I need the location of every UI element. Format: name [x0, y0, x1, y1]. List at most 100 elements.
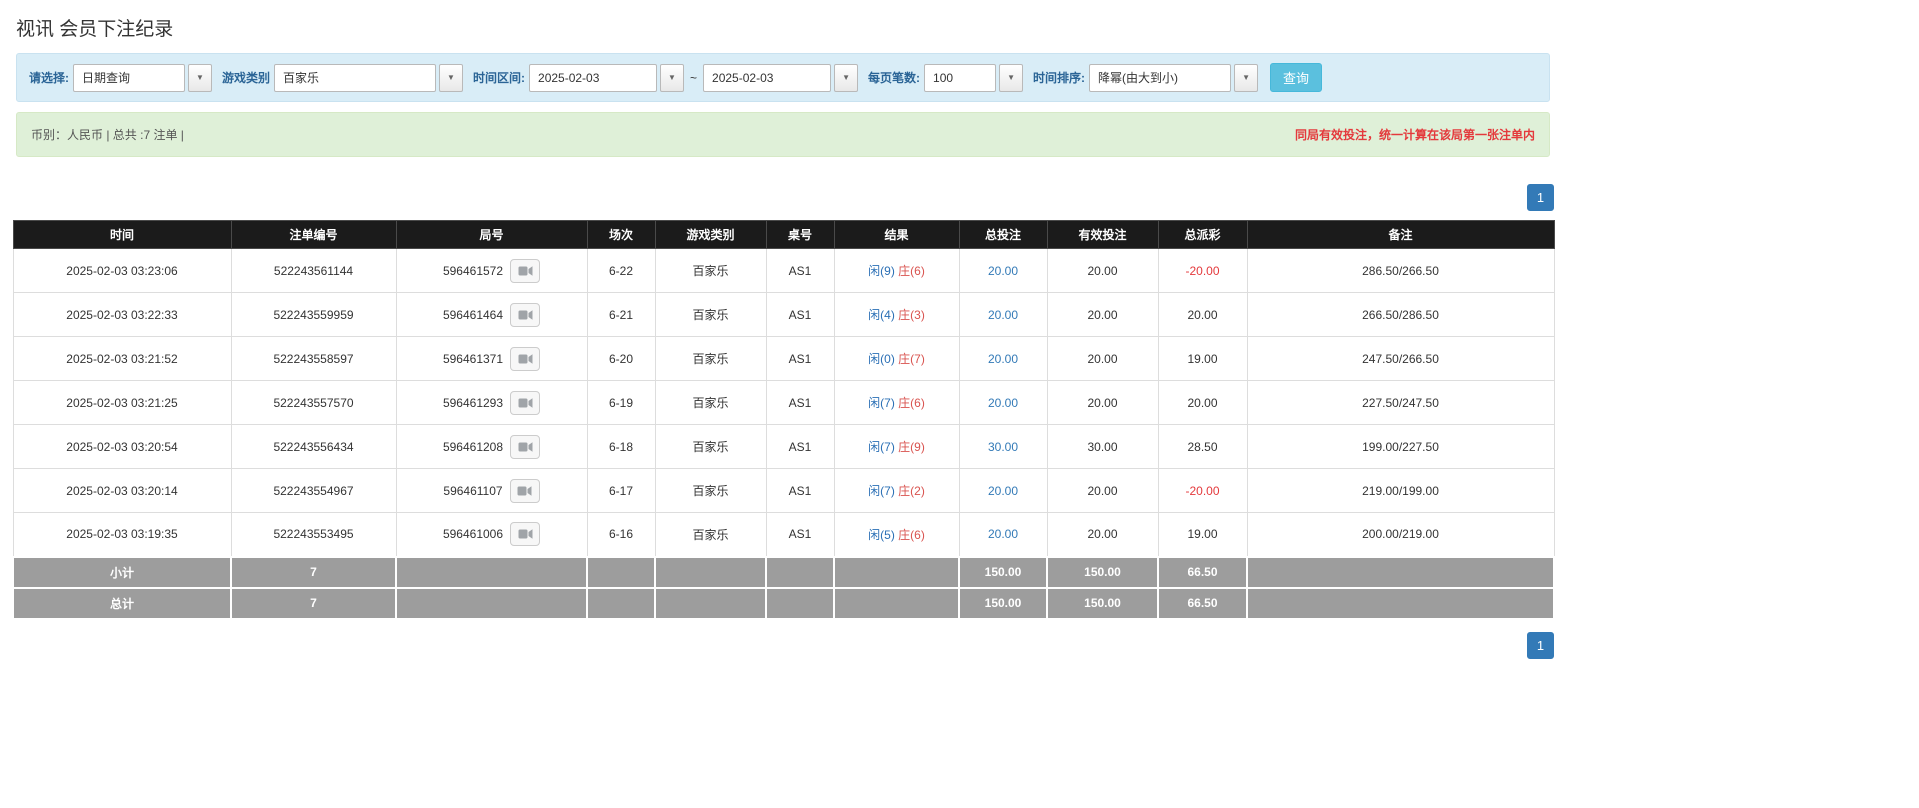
- cell-payout: -20.00: [1157, 468, 1248, 513]
- cell-valid-bet: 30.00: [1046, 424, 1159, 469]
- pagination-top: 1: [12, 184, 1554, 211]
- cell-table: AS1: [765, 336, 835, 381]
- chevron-down-icon[interactable]: ▼: [1234, 63, 1259, 92]
- query-type-value[interactable]: 日期查询: [73, 63, 185, 92]
- player-result: 闲(4): [868, 308, 895, 322]
- cell-total-bet: 20.00: [958, 248, 1048, 293]
- total-bet-link[interactable]: 20.00: [988, 308, 1018, 322]
- cell-note: 286.50/266.50: [1246, 248, 1555, 293]
- cell-round: 596461208: [395, 424, 588, 469]
- total-bet-link[interactable]: 30.00: [988, 440, 1018, 454]
- date-to-value[interactable]: 2025-02-03: [703, 63, 832, 92]
- chevron-down-icon[interactable]: ▼: [188, 63, 212, 92]
- cell-table: AS1: [765, 292, 835, 337]
- summary-bar: 币别：人民币 | 总共 :7 注单 | 同局有效投注，统一计算在该局第一张注单内: [16, 112, 1550, 157]
- chevron-down-icon[interactable]: ▼: [834, 63, 859, 92]
- cell-game: 百家乐: [654, 468, 767, 513]
- cell-session: 6-19: [586, 380, 656, 425]
- subtotal-total-bet: 150.00: [958, 555, 1048, 589]
- cell-valid-bet: 20.00: [1046, 336, 1159, 381]
- cell-result: 闲(0) 庄(7): [833, 336, 960, 381]
- cell-result: 闲(7) 庄(6): [833, 380, 960, 425]
- per-page-select[interactable]: 100 ▼: [924, 63, 1024, 92]
- video-replay-icon[interactable]: [510, 434, 541, 459]
- table-body: 2025-02-03 03:23:06 522243561144 5964615…: [12, 248, 1555, 557]
- video-replay-icon[interactable]: [510, 522, 541, 547]
- date-from-select[interactable]: 2025-02-03 ▼: [529, 63, 685, 92]
- cell-game: 百家乐: [654, 424, 767, 469]
- cell-round: 596461572: [395, 248, 588, 293]
- cell-session: 6-20: [586, 336, 656, 381]
- total-bet-link[interactable]: 20.00: [988, 396, 1018, 410]
- game-type-value[interactable]: 百家乐: [274, 63, 437, 92]
- total-bet-link[interactable]: 20.00: [988, 527, 1018, 541]
- date-range-label: 时间区间:: [473, 71, 526, 85]
- cell-valid-bet: 20.00: [1046, 468, 1159, 513]
- per-page-value[interactable]: 100: [924, 63, 997, 92]
- total-label: 总计: [12, 586, 232, 620]
- total-payout: 66.50: [1157, 586, 1248, 620]
- table-row: 2025-02-03 03:21:25 522243557570 5964612…: [12, 380, 1555, 425]
- cell-result: 闲(4) 庄(3): [833, 292, 960, 337]
- cell-game: 百家乐: [654, 248, 767, 293]
- query-type-select[interactable]: 日期查询 ▼: [73, 63, 212, 92]
- video-replay-icon[interactable]: [509, 478, 540, 503]
- video-replay-icon[interactable]: [510, 346, 541, 371]
- page-1-button[interactable]: 1: [1527, 631, 1554, 659]
- cell-game: 百家乐: [654, 292, 767, 337]
- header-bet-id: 注单编号: [230, 220, 397, 249]
- table-row: 2025-02-03 03:19:35 522243553495 5964610…: [12, 512, 1555, 557]
- cell-total-bet: 20.00: [958, 512, 1048, 557]
- cell-time: 2025-02-03 03:23:06: [12, 248, 232, 293]
- banker-result: 庄(7): [898, 352, 925, 366]
- date-to-select[interactable]: 2025-02-03 ▼: [703, 63, 859, 92]
- cell-payout: -20.00: [1157, 248, 1248, 293]
- cell-round: 596461371: [395, 336, 588, 381]
- game-type-select[interactable]: 百家乐 ▼: [274, 63, 464, 92]
- player-result: 闲(9): [868, 264, 895, 278]
- video-replay-icon[interactable]: [510, 302, 541, 327]
- cell-time: 2025-02-03 03:22:33: [12, 292, 232, 337]
- cell-note: 219.00/199.00: [1246, 468, 1555, 513]
- video-replay-icon[interactable]: [510, 258, 541, 283]
- cell-bet-id: 522243561144: [230, 248, 397, 293]
- header-valid-bet: 有效投注: [1046, 220, 1159, 249]
- total-bet-link[interactable]: 20.00: [988, 264, 1018, 278]
- cell-round: 596461293: [395, 380, 588, 425]
- time-sort-select[interactable]: 降幂(由大到小) ▼: [1089, 63, 1259, 92]
- table-row: 2025-02-03 03:20:14 522243554967 5964611…: [12, 468, 1555, 513]
- total-count: 7: [230, 586, 397, 620]
- page-1-button[interactable]: 1: [1527, 184, 1554, 211]
- cell-payout: 19.00: [1157, 512, 1248, 557]
- cell-note: 199.00/227.50: [1246, 424, 1555, 469]
- table-row: 2025-02-03 03:22:33 522243559959 5964614…: [12, 292, 1555, 337]
- date-from-value[interactable]: 2025-02-03: [529, 63, 658, 92]
- cell-time: 2025-02-03 03:20:54: [12, 424, 232, 469]
- video-replay-icon[interactable]: [510, 390, 541, 415]
- search-button[interactable]: 查询: [1270, 63, 1323, 92]
- chevron-down-icon[interactable]: ▼: [660, 63, 685, 92]
- header-note: 备注: [1246, 220, 1555, 249]
- cell-total-bet: 20.00: [958, 336, 1048, 381]
- cell-payout: 20.00: [1157, 380, 1248, 425]
- cell-bet-id: 522243554967: [230, 468, 397, 513]
- cell-session: 6-16: [586, 512, 656, 557]
- total-bet-link[interactable]: 20.00: [988, 352, 1018, 366]
- subtotal-label: 小计: [12, 555, 232, 589]
- subtotal-valid-bet: 150.00: [1046, 555, 1159, 589]
- chevron-down-icon[interactable]: ▼: [999, 63, 1024, 92]
- total-bet-link[interactable]: 20.00: [988, 484, 1018, 498]
- cell-payout: 19.00: [1157, 336, 1248, 381]
- cell-note: 266.50/286.50: [1246, 292, 1555, 337]
- cell-bet-id: 522243556434: [230, 424, 397, 469]
- banker-result: 庄(6): [898, 396, 925, 410]
- header-payout: 总派彩: [1157, 220, 1248, 249]
- chevron-down-icon[interactable]: ▼: [439, 63, 464, 92]
- player-result: 闲(7): [868, 440, 895, 454]
- banker-result: 庄(6): [898, 527, 925, 542]
- cell-result: 闲(7) 庄(2): [833, 468, 960, 513]
- header-time: 时间: [12, 220, 232, 249]
- player-result: 闲(0): [868, 352, 895, 366]
- time-sort-value[interactable]: 降幂(由大到小): [1089, 63, 1232, 92]
- cell-time: 2025-02-03 03:21:52: [12, 336, 232, 381]
